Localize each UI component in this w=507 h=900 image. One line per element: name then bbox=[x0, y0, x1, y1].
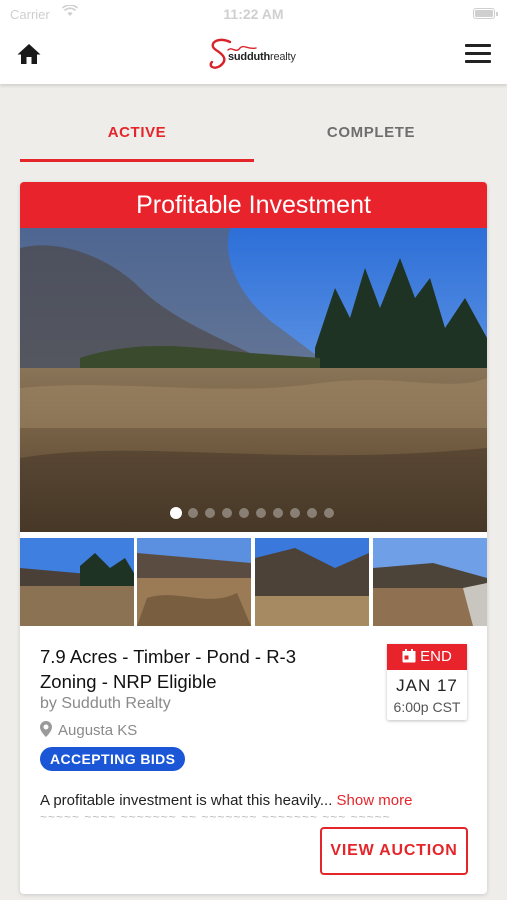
hamburger-menu-button[interactable] bbox=[465, 44, 491, 68]
listing-description: A profitable investment is what this hea… bbox=[40, 792, 470, 809]
tab-complete[interactable]: COMPLETE bbox=[254, 104, 488, 162]
map-pin-icon bbox=[40, 721, 52, 737]
photo-thumbnail[interactable] bbox=[373, 538, 487, 626]
status-bar: Carrier 11:22 AM bbox=[0, 0, 507, 28]
view-auction-button[interactable]: VIEW AUCTION bbox=[320, 827, 468, 875]
end-date: JAN 17 bbox=[396, 676, 458, 695]
carousel-dot[interactable] bbox=[273, 508, 283, 518]
logo-wordmark: sudduthrealty bbox=[228, 51, 296, 63]
listing-title[interactable]: 7.9 Acres - Timber - Pond - R-3 Zoning -… bbox=[40, 644, 330, 694]
status-badge: ACCEPTING BIDS bbox=[40, 747, 186, 771]
sudduth-realty-logo[interactable]: sudduthrealty bbox=[204, 34, 304, 78]
hero-photo-carousel[interactable] bbox=[20, 228, 487, 532]
auction-end-date: END JAN 17 6:00p CST bbox=[387, 644, 467, 720]
end-label: END bbox=[420, 648, 452, 665]
carousel-dot[interactable] bbox=[290, 508, 300, 518]
show-more-link[interactable]: Show more bbox=[337, 792, 413, 809]
listing-location: Augusta KS bbox=[40, 721, 137, 739]
carousel-dot[interactable] bbox=[256, 508, 266, 518]
carousel-dot[interactable] bbox=[188, 508, 198, 518]
hamburger-menu-icon bbox=[465, 44, 491, 63]
end-header: END bbox=[387, 644, 467, 670]
home-icon bbox=[17, 44, 41, 64]
carousel-dot[interactable] bbox=[324, 508, 334, 518]
top-nav-bar: sudduthrealty bbox=[0, 28, 507, 84]
hero-photo bbox=[20, 228, 487, 532]
photo-thumbnail[interactable] bbox=[20, 538, 134, 626]
carousel-dot[interactable] bbox=[222, 508, 232, 518]
tab-active[interactable]: ACTIVE bbox=[20, 104, 254, 162]
auction-status-tabs: ACTIVE COMPLETE bbox=[20, 104, 487, 162]
photo-thumbnail[interactable] bbox=[255, 538, 369, 626]
carousel-dot[interactable] bbox=[239, 508, 249, 518]
clock: 11:22 AM bbox=[223, 6, 284, 22]
description-text: A profitable investment is what this hea… bbox=[40, 792, 333, 809]
auction-listing-card[interactable]: Profitable Investment 7.9 Acres - Timber… bbox=[20, 182, 487, 894]
listing-seller: by Sudduth Realty bbox=[40, 695, 171, 712]
photo-thumbnail-strip bbox=[20, 538, 487, 626]
carousel-dot[interactable] bbox=[205, 508, 215, 518]
listing-banner: Profitable Investment bbox=[20, 182, 487, 228]
calendar-icon bbox=[402, 649, 416, 663]
battery-icon bbox=[473, 8, 498, 19]
description-overflow: ~~~~~ ~~~~ ~~~~~~~ ~~ ~~~~~~~ ~~~~~~~ ~~… bbox=[40, 814, 450, 819]
carousel-dot[interactable] bbox=[307, 508, 317, 518]
home-button[interactable] bbox=[16, 42, 46, 70]
end-time: 6:00p CST bbox=[393, 699, 461, 715]
carousel-dot[interactable] bbox=[170, 507, 182, 519]
photo-thumbnail[interactable] bbox=[137, 538, 251, 626]
location-text: Augusta KS bbox=[58, 722, 138, 739]
